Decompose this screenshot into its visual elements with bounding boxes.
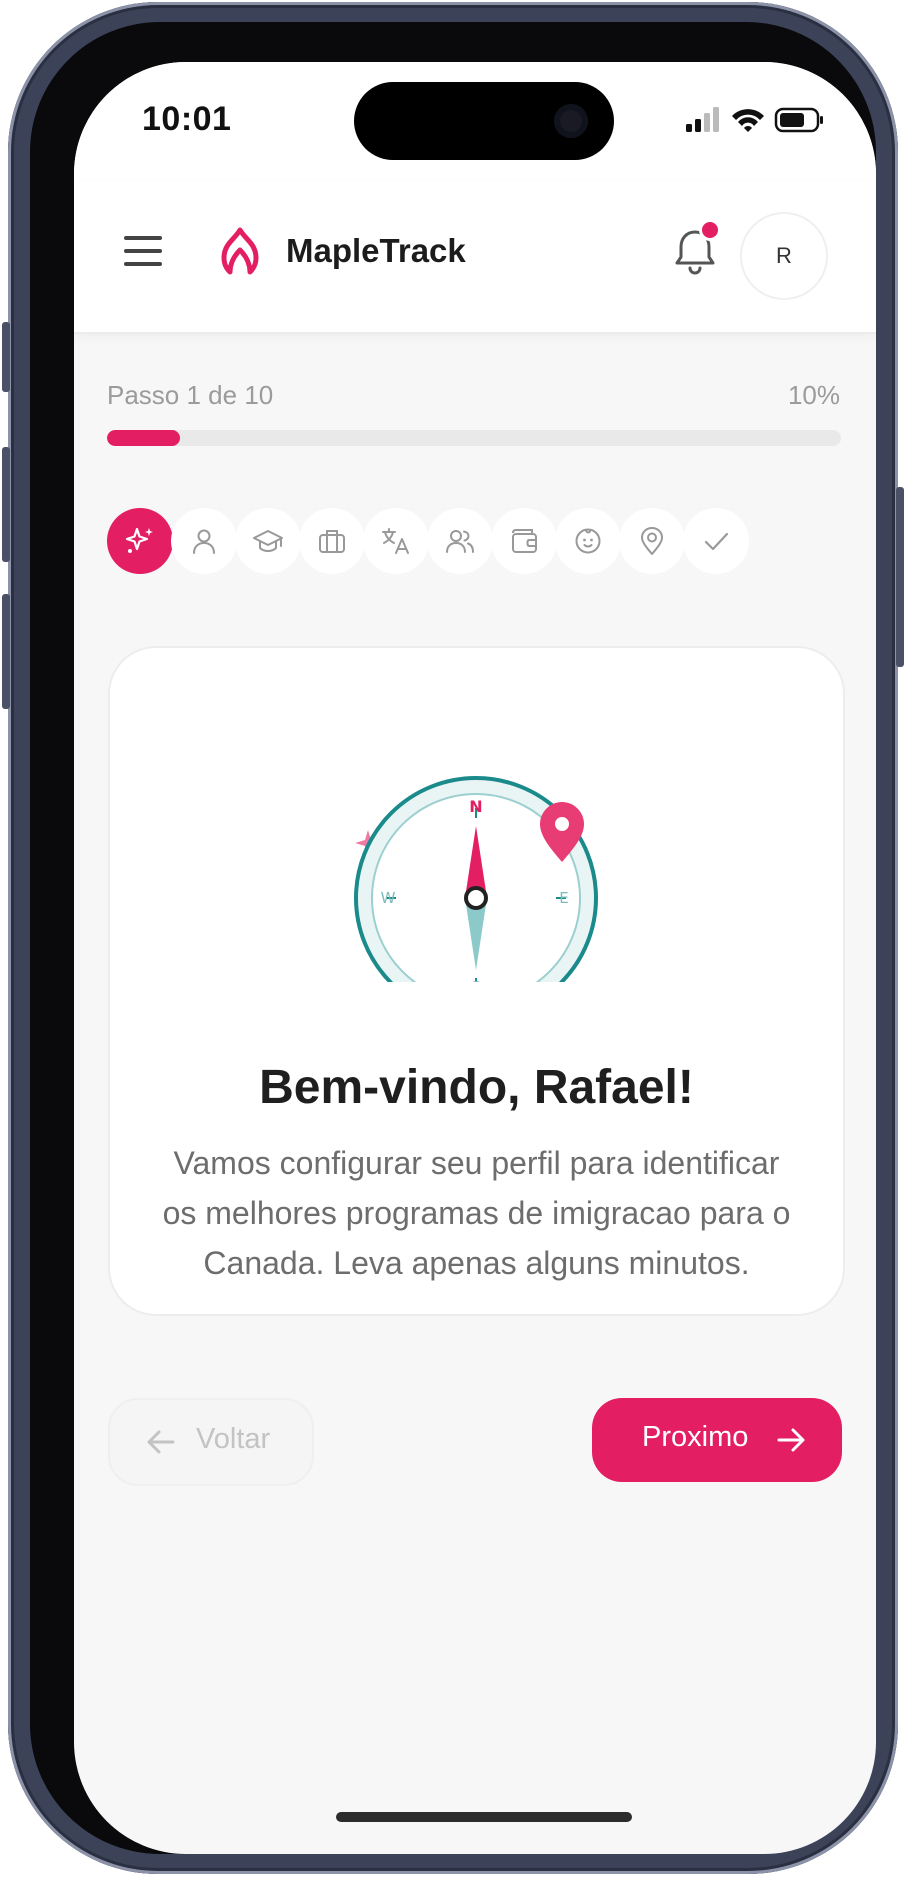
app-brand-name: MapleTrack: [286, 232, 466, 269]
sparkles-icon: [125, 527, 153, 553]
graduation-cap-icon: [253, 530, 283, 552]
wallet-icon: [512, 529, 537, 553]
welcome-title: Bem-vindo, Rafael!: [259, 1061, 694, 1114]
back-button[interactable]: Voltar: [108, 1398, 314, 1486]
step-welcome[interactable]: [107, 508, 173, 574]
compass-n-label: N: [469, 797, 482, 816]
users-icon: [446, 530, 474, 553]
step-finances[interactable]: [491, 508, 557, 574]
step-children[interactable]: [555, 508, 621, 574]
phone-frame: 10:01 MapleTrack R Passo 1 de 10 10% N E…: [2, 2, 904, 1874]
app-header: MapleTrack R: [74, 182, 876, 334]
compass-s-label: S: [471, 978, 481, 982]
cellular-signal-icon: [686, 107, 719, 132]
welcome-card: N S E W Bem-vindo, Rafael! Vamos configu…: [108, 646, 845, 1316]
front-camera: [554, 104, 588, 138]
wifi-icon: [732, 109, 764, 132]
volume-up-button: [2, 447, 10, 562]
progress-bar: [107, 430, 841, 446]
avatar[interactable]: R: [740, 212, 828, 300]
dynamic-island: [354, 82, 614, 160]
home-indicator[interactable]: [336, 1812, 632, 1822]
step-education[interactable]: [235, 508, 301, 574]
check-icon: [704, 532, 729, 551]
step-personal[interactable]: [171, 508, 237, 574]
baby-icon: [575, 528, 601, 554]
bezel: 10:01 MapleTrack R Passo 1 de 10 10% N E…: [30, 22, 876, 1854]
arrow-left-icon: [147, 1430, 175, 1454]
user-icon: [193, 529, 215, 554]
volume-down-button: [2, 594, 10, 709]
notification-dot: [702, 222, 718, 238]
screen: 10:01 MapleTrack R Passo 1 de 10 10% N E…: [74, 62, 876, 1854]
power-button: [896, 487, 904, 667]
progress-step-label: Passo 1 de 10: [107, 380, 274, 410]
progress-fill: [107, 430, 181, 446]
welcome-description: Vamos configurar seu perfil para identif…: [162, 1145, 791, 1281]
briefcase-icon: [319, 530, 345, 553]
translate-icon: [382, 528, 409, 554]
step-indicator: [107, 508, 847, 576]
compass-w-label: W: [381, 889, 396, 907]
next-button[interactable]: Proximo: [592, 1398, 842, 1482]
compass-e-label: E: [559, 889, 568, 907]
next-button-label: Proximo: [642, 1421, 749, 1453]
step-review[interactable]: [683, 508, 749, 574]
compass-illustration: N S E W: [354, 776, 598, 982]
arrow-right-icon: [777, 1428, 805, 1452]
back-button-label: Voltar: [196, 1423, 271, 1455]
progress-percent: 10%: [787, 380, 840, 410]
status-time: 10:01: [142, 100, 232, 138]
status-bar: 10:01: [74, 62, 876, 182]
maple-logo-icon: [221, 227, 259, 275]
step-family[interactable]: [427, 508, 493, 574]
status-icons: [686, 107, 823, 133]
menu-icon[interactable]: [118, 226, 168, 276]
step-location[interactable]: [619, 508, 685, 574]
step-work[interactable]: [299, 508, 365, 574]
step-language[interactable]: [363, 508, 429, 574]
action-button: [2, 322, 10, 392]
battery-icon: [774, 107, 823, 133]
location-pin-icon: [641, 527, 663, 555]
